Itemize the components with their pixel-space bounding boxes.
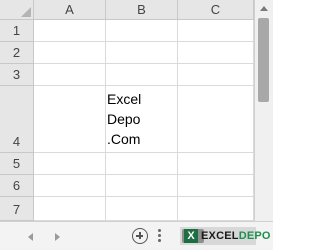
tab-split-handle-icon[interactable]: [158, 227, 162, 245]
cell-a1[interactable]: [34, 20, 106, 42]
scroll-up-arrow-icon[interactable]: [260, 6, 268, 11]
vertical-scrollbar[interactable]: [254, 0, 273, 221]
cell-a2[interactable]: [34, 42, 106, 64]
row-header-3[interactable]: 3: [0, 64, 34, 86]
cell-b6[interactable]: [106, 175, 178, 197]
cell-a7[interactable]: [34, 197, 106, 221]
cell-c3[interactable]: [178, 64, 254, 86]
add-sheet-button[interactable]: [132, 228, 148, 244]
cell-b4-line-1: Excel: [107, 91, 142, 107]
cell-c6[interactable]: [178, 175, 254, 197]
cell-b4-content: Excel Depo .Com: [107, 89, 177, 149]
cell-a4[interactable]: [34, 86, 106, 153]
column-header-c[interactable]: C: [178, 0, 254, 20]
watermark-text: EXCELDEPO: [201, 230, 271, 242]
cell-b5[interactable]: [106, 153, 178, 175]
row-header-4[interactable]: 4: [0, 86, 34, 153]
previous-sheet-arrow-icon[interactable]: [28, 233, 33, 241]
cell-a3[interactable]: [34, 64, 106, 86]
row-header-5[interactable]: 5: [0, 153, 34, 175]
next-sheet-arrow-icon[interactable]: [55, 233, 60, 241]
cell-a5[interactable]: [34, 153, 106, 175]
cell-b4-line-3: .Com: [107, 131, 141, 147]
watermark-depo-text: DEPO: [238, 230, 271, 242]
cell-b2[interactable]: [106, 42, 178, 64]
row-header-7[interactable]: 7: [0, 197, 34, 221]
exceldepo-watermark: X EXCELDEPO: [184, 227, 271, 245]
cell-b3[interactable]: [106, 64, 178, 86]
column-header-a[interactable]: A: [34, 0, 106, 20]
cell-b7[interactable]: [106, 197, 178, 221]
column-header-b[interactable]: B: [106, 0, 178, 20]
cell-b4-line-2: Depo: [107, 111, 141, 127]
watermark-excel-text: EXCEL: [201, 230, 239, 242]
spreadsheet-grid[interactable]: A B C 1 2 3 4 5 6 7 Excel Depo .Com: [0, 0, 254, 221]
vertical-scroll-thumb[interactable]: [258, 18, 269, 102]
row-header-2[interactable]: 2: [0, 42, 34, 64]
cell-c2[interactable]: [178, 42, 254, 64]
cell-c1[interactable]: [178, 20, 254, 42]
cell-c5[interactable]: [178, 153, 254, 175]
sheet-tab-bar: X EXCELDEPO: [0, 221, 273, 250]
cell-c4[interactable]: [178, 86, 254, 153]
cell-a6[interactable]: [34, 175, 106, 197]
row-header-6[interactable]: 6: [0, 175, 34, 197]
cell-b1[interactable]: [106, 20, 178, 42]
exceldepo-logo-icon: X: [184, 229, 198, 243]
select-all-corner[interactable]: [0, 0, 34, 20]
cell-c7[interactable]: [178, 197, 254, 221]
select-all-triangle-icon: [21, 7, 31, 17]
row-header-1[interactable]: 1: [0, 20, 34, 42]
